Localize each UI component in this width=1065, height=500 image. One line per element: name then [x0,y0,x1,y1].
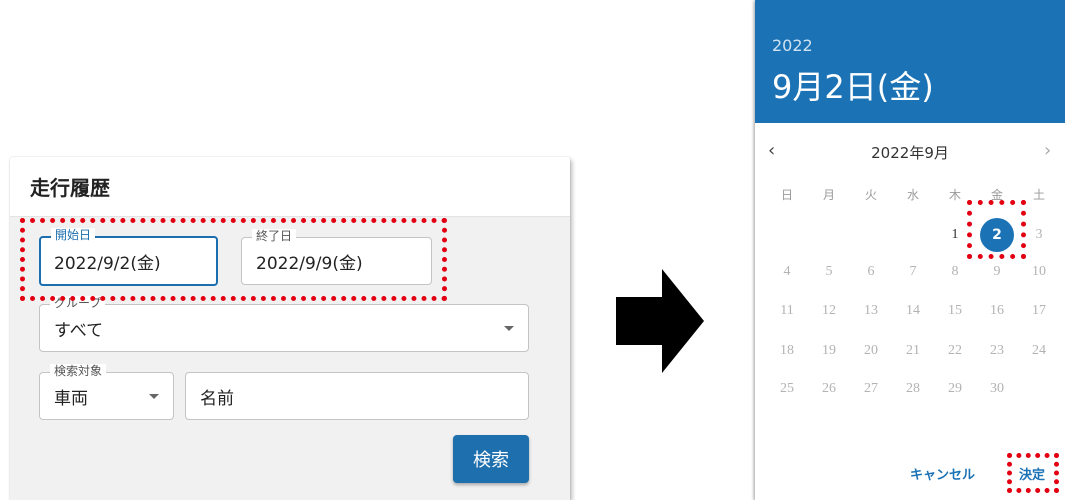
day-cell[interactable]: 4 [772,262,802,282]
day-cell[interactable]: 5 [814,262,844,282]
day-cell[interactable]: 11 [772,301,802,321]
weekday-fri: 金 [990,188,1003,202]
day-cell[interactable]: 30 [982,379,1012,399]
weekday-sat: 土 [1032,188,1045,202]
day-cell[interactable]: 3 [1024,225,1054,245]
month-nav: ‹ 2022年9月 › [755,138,1065,164]
day-cell[interactable]: 28 [898,379,928,399]
day-cell[interactable]: 25 [772,379,802,399]
day-cell[interactable]: 6 [856,262,886,282]
start-date-field[interactable]: 開始日 2022/9/2(金) [39,228,218,286]
day-cell[interactable]: 9 [982,262,1012,282]
chevron-down-icon [504,326,514,331]
month-label: 2022年9月 [871,144,949,162]
day-cell[interactable]: 15 [940,301,970,321]
start-date-value: 2022/9/2(金) [54,253,161,274]
day-cell[interactable]: 17 [1024,301,1054,321]
day-cell-selected[interactable]: 2 [980,218,1014,252]
day-cell[interactable]: 21 [898,341,928,361]
name-input[interactable]: 名前 [185,372,529,420]
day-cell[interactable]: 29 [940,379,970,399]
right-arrow-icon [616,269,704,373]
day-cell[interactable]: 19 [814,341,844,361]
picker-year[interactable]: 2022 [772,36,813,55]
group-select[interactable]: グループ すべて [39,296,529,352]
group-value: すべて [54,320,104,341]
day-cell[interactable]: 8 [940,262,970,282]
ok-button[interactable]: 決定 [1019,464,1045,483]
picker-selected-date: 9月2日(金) [772,68,934,106]
day-cell[interactable]: 18 [772,341,802,361]
day-cell[interactable]: 27 [856,379,886,399]
day-cell[interactable]: 23 [982,341,1012,361]
day-cell[interactable]: 26 [814,379,844,399]
end-date-value: 2022/9/9(金) [256,253,363,274]
weekday-mon: 月 [822,188,835,202]
stage: 走行履歴 開始日 2022/9/2(金) 終了日 2022/9/9(金) グルー… [0,0,1065,500]
day-cell[interactable]: 10 [1024,262,1054,282]
weekday-wed: 水 [906,188,919,202]
chevron-right-icon[interactable]: › [1044,140,1051,161]
picker-header: 2022 9月2日(金) [755,0,1065,123]
name-placeholder: 名前 [200,388,234,409]
day-cell[interactable]: 14 [898,301,928,321]
chevron-down-icon [149,394,159,399]
day-cell[interactable]: 13 [856,301,886,321]
day-cell[interactable]: 20 [856,341,886,361]
day-cell[interactable]: 7 [898,262,928,282]
search-target-select[interactable]: 検索対象 車両 [39,364,174,420]
panel-title: 走行履歴 [30,176,110,200]
search-target-value: 車両 [54,388,88,409]
day-cell[interactable]: 22 [940,341,970,361]
weekday-tue: 火 [864,188,877,202]
panel-header: 走行履歴 [10,157,570,217]
day-cell[interactable]: 1 [940,225,970,245]
day-cell[interactable]: 16 [982,301,1012,321]
cancel-button[interactable]: キャンセル [910,464,975,483]
search-button[interactable]: 検索 [453,435,529,483]
day-cell[interactable]: 24 [1024,341,1054,361]
weekday-sun: 日 [780,188,793,202]
date-picker-dialog: 2022 9月2日(金) ‹ 2022年9月 › 日 月 火 水 木 金 土 1… [755,0,1065,500]
day-cell[interactable]: 12 [814,301,844,321]
weekday-thu: 木 [948,188,961,202]
end-date-field[interactable]: 終了日 2022/9/9(金) [241,229,432,285]
